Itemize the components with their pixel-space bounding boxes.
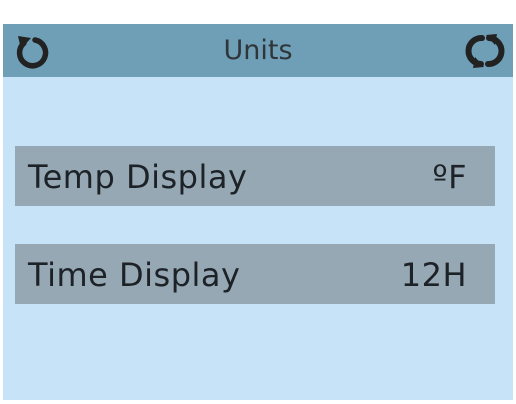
header-bar: Units <box>3 24 513 77</box>
time-display-label: Time Display <box>28 256 241 294</box>
refresh-button[interactable] <box>465 31 505 71</box>
temp-display-label: Temp Display <box>28 158 248 196</box>
time-display-value: 12H <box>400 256 467 294</box>
temp-display-row[interactable]: Temp Display ºF <box>15 146 495 206</box>
refresh-icon <box>465 34 505 68</box>
temp-display-value: ºF <box>432 158 467 196</box>
units-screen: Units Temp Display ºF Time Display 12H <box>3 24 513 400</box>
page-title: Units <box>223 35 293 66</box>
time-display-row[interactable]: Time Display 12H <box>15 244 495 304</box>
